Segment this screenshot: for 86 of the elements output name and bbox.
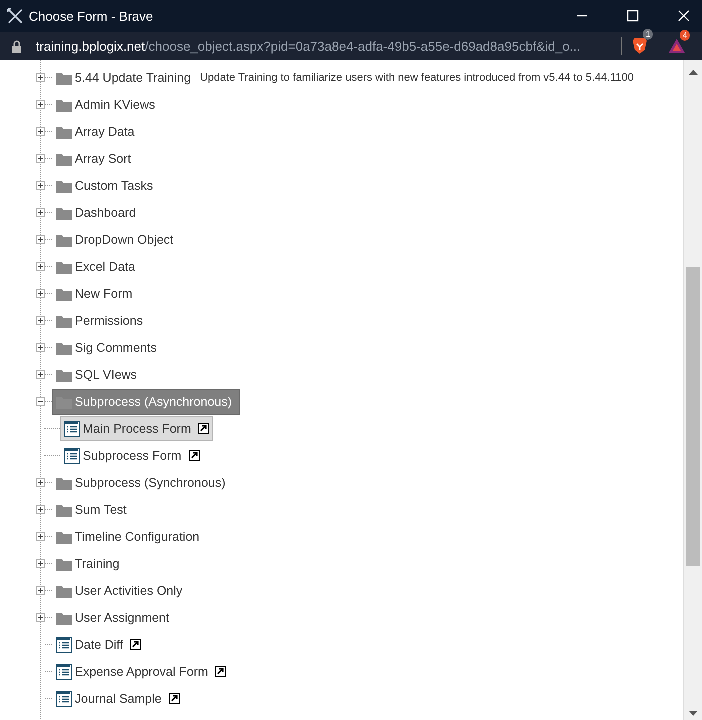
- folder-item[interactable]: SQL VIews: [52, 362, 146, 387]
- scrollbar[interactable]: [683, 60, 702, 720]
- expand-icon[interactable]: [36, 505, 45, 514]
- shortcut-icon: [188, 450, 200, 461]
- form-icon: [64, 420, 80, 436]
- expand-icon[interactable]: [36, 343, 45, 352]
- folder-icon: [56, 556, 72, 570]
- shortcut-icon: [168, 693, 180, 704]
- expand-icon[interactable]: [36, 586, 45, 595]
- folder-item[interactable]: Permissions: [52, 308, 152, 333]
- folder-icon: [56, 286, 72, 300]
- form-item[interactable]: Expense Approval Form: [52, 659, 230, 684]
- maximize-icon[interactable]: [627, 10, 639, 22]
- folder-icon: [56, 476, 72, 490]
- shortcut-icon: [198, 423, 210, 434]
- folder-item[interactable]: Training: [52, 551, 128, 576]
- folder-icon: [56, 98, 72, 112]
- folder-item[interactable]: Custom Tasks: [52, 173, 162, 198]
- collapse-icon[interactable]: [36, 397, 45, 406]
- expand-icon[interactable]: [36, 559, 45, 568]
- folder-item[interactable]: Excel Data: [52, 254, 144, 279]
- folder-icon: [56, 124, 72, 138]
- folder-item[interactable]: Sum Test: [52, 497, 135, 522]
- form-icon: [56, 636, 72, 652]
- scroll-down-icon[interactable]: [688, 711, 698, 716]
- url-text[interactable]: training.bplogix.net/choose_object.aspx?pid=0a73a8e4-adfa-49b5-a55e-d69ad8a95cbf&id_o...: [36, 38, 611, 54]
- folder-icon: [56, 314, 72, 328]
- expand-icon[interactable]: [36, 478, 45, 487]
- folder-icon: [56, 340, 72, 354]
- folder-icon: [56, 584, 72, 598]
- folder-icon: [56, 152, 72, 166]
- lion-shield-icon[interactable]: [632, 37, 648, 55]
- folder-item[interactable]: User Activities Only: [52, 578, 191, 603]
- form-icon: [56, 664, 72, 680]
- expand-icon[interactable]: [36, 235, 45, 244]
- scrollbar-thumb[interactable]: [686, 267, 700, 566]
- expand-icon[interactable]: [36, 532, 45, 541]
- scroll-up-icon[interactable]: [688, 70, 698, 75]
- form-icon: [64, 448, 80, 464]
- expand-icon[interactable]: [36, 316, 45, 325]
- folder-description: Update Training to familiarize users with new features introduced from v5.44 to 5.44.1100: [200, 72, 634, 84]
- expand-icon[interactable]: [36, 154, 45, 163]
- folder-item[interactable]: Subprocess (Synchronous): [52, 470, 234, 495]
- window-title: Choose Form - Brave: [29, 8, 154, 24]
- folder-icon: [56, 70, 72, 84]
- triangle-icon[interactable]: [668, 38, 686, 54]
- folder-item[interactable]: DropDown Object: [52, 227, 182, 252]
- folder-icon: [56, 610, 72, 624]
- form-icon: [56, 690, 72, 706]
- expand-icon[interactable]: [36, 289, 45, 298]
- folder-item[interactable]: User Assignment: [52, 605, 178, 630]
- close-icon[interactable]: [678, 10, 690, 22]
- folder-icon: [56, 260, 72, 274]
- expand-icon[interactable]: [36, 73, 45, 82]
- form-item[interactable]: Journal Sample: [52, 686, 184, 711]
- folder-item[interactable]: Dashboard: [52, 200, 144, 225]
- shortcut-icon: [130, 639, 142, 650]
- folder-icon: [56, 232, 72, 246]
- expand-icon[interactable]: [36, 262, 45, 271]
- expand-icon[interactable]: [36, 208, 45, 217]
- folder-icon: [56, 530, 72, 544]
- folder-item[interactable]: 5.44 Update Training: [52, 65, 200, 90]
- folder-icon: [56, 178, 72, 192]
- folder-item[interactable]: Array Sort: [52, 146, 140, 171]
- form-item[interactable]: Main Process Form: [60, 416, 214, 441]
- folder-icon: [56, 368, 72, 382]
- folder-item[interactable]: Admin KViews: [52, 92, 164, 117]
- expand-icon[interactable]: [36, 127, 45, 136]
- count-badge: 1: [643, 29, 654, 40]
- form-item[interactable]: Subprocess Form: [60, 443, 204, 468]
- expand-icon[interactable]: [36, 181, 45, 190]
- expand-icon[interactable]: [36, 100, 45, 109]
- folder-icon: [56, 502, 72, 516]
- app-logo-icon: [6, 7, 24, 25]
- form-item[interactable]: Date Diff: [52, 632, 146, 657]
- expand-icon[interactable]: [36, 613, 45, 622]
- folder-item[interactable]: Array Data: [52, 119, 143, 144]
- lock-icon: [12, 40, 22, 52]
- folder-item[interactable]: Sig Comments: [52, 335, 165, 360]
- folder-item[interactable]: New Form: [52, 281, 141, 306]
- count-badge: 4: [680, 30, 690, 41]
- expand-icon[interactable]: [36, 370, 45, 379]
- folder-icon: [56, 206, 72, 220]
- folder-item[interactable]: Subprocess (Asynchronous): [52, 388, 240, 414]
- folder-item[interactable]: Timeline Configuration: [52, 524, 208, 549]
- shortcut-icon: [215, 666, 226, 677]
